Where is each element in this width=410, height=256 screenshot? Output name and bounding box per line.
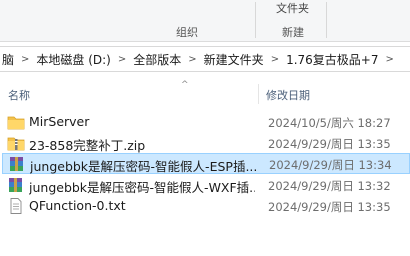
file-modified-date: 2024/9/29/周日 13:35	[268, 137, 391, 151]
chevron-right-icon[interactable]: >	[381, 54, 399, 65]
file-row[interactable]: MirServer 2024/10/5/周六 18:27	[2, 112, 410, 133]
ribbon-cut-label[interactable]: 文件夹	[276, 0, 309, 16]
folder-icon	[7, 114, 25, 130]
zip-folder-icon	[7, 135, 25, 151]
file-name: 23-858完整补丁.zip	[29, 138, 146, 153]
ribbon-group-organize: 组织	[176, 26, 198, 39]
file-row[interactable]: QFunction-0.txt 2024/9/29/周日 13:35	[2, 196, 410, 217]
breadcrumb-item[interactable]: 脑	[0, 51, 16, 68]
text-file-icon	[7, 198, 25, 214]
file-modified-date: 2024/9/29/周日 13:35	[268, 200, 391, 214]
ribbon-group-new: 新建	[282, 26, 304, 39]
chevron-right-icon[interactable]: >	[16, 54, 34, 65]
column-divider[interactable]	[258, 84, 259, 104]
chevron-right-icon[interactable]: >	[113, 54, 131, 65]
file-modified-date: 2024/9/29/周日 13:32	[268, 179, 391, 193]
file-row[interactable]: jungebbk是解压密码-智能假人-WXF插... 2024/9/29/周日 …	[2, 175, 410, 196]
column-modified-header[interactable]: 修改日期	[266, 87, 310, 103]
address-bar[interactable]: 脑 > 本地磁盘 (D:) > 全部版本 > 新建文件夹 > 1.76复古极品+…	[0, 46, 410, 72]
sort-caret-icon: ^	[181, 80, 189, 90]
breadcrumb-item[interactable]: 全部版本	[131, 51, 183, 68]
winrar-archive-icon	[7, 177, 25, 193]
winrar-archive-icon	[8, 156, 26, 172]
breadcrumb-item[interactable]: 本地磁盘 (D:)	[34, 51, 112, 68]
breadcrumb-item[interactable]: 1.76复古极品+7	[284, 51, 380, 68]
breadcrumb-item[interactable]: 新建文件夹	[202, 51, 266, 68]
column-name-header[interactable]: 名称	[8, 87, 30, 103]
column-header: ^ 名称 修改日期	[0, 80, 410, 104]
file-name: MirServer	[29, 114, 90, 129]
ribbon-separator	[326, 2, 327, 38]
file-modified-date: 2024/9/29/周日 13:34	[269, 158, 392, 172]
ribbon-separator	[255, 2, 256, 38]
chevron-right-icon[interactable]: >	[266, 54, 284, 65]
file-name: jungebbk是解压密码-智能假人-ESP插...	[30, 159, 256, 174]
file-name: QFunction-0.txt	[29, 198, 126, 213]
file-row[interactable]: 23-858完整补丁.zip 2024/9/29/周日 13:35	[2, 133, 410, 154]
chevron-right-icon[interactable]: >	[183, 54, 201, 65]
file-name: jungebbk是解压密码-智能假人-WXF插...	[29, 180, 255, 195]
file-modified-date: 2024/10/5/周六 18:27	[268, 116, 391, 130]
ribbon: 文件夹 组织 新建	[0, 0, 410, 42]
file-row-selected[interactable]: jungebbk是解压密码-智能假人-ESP插... 2024/9/29/周日 …	[2, 153, 410, 174]
